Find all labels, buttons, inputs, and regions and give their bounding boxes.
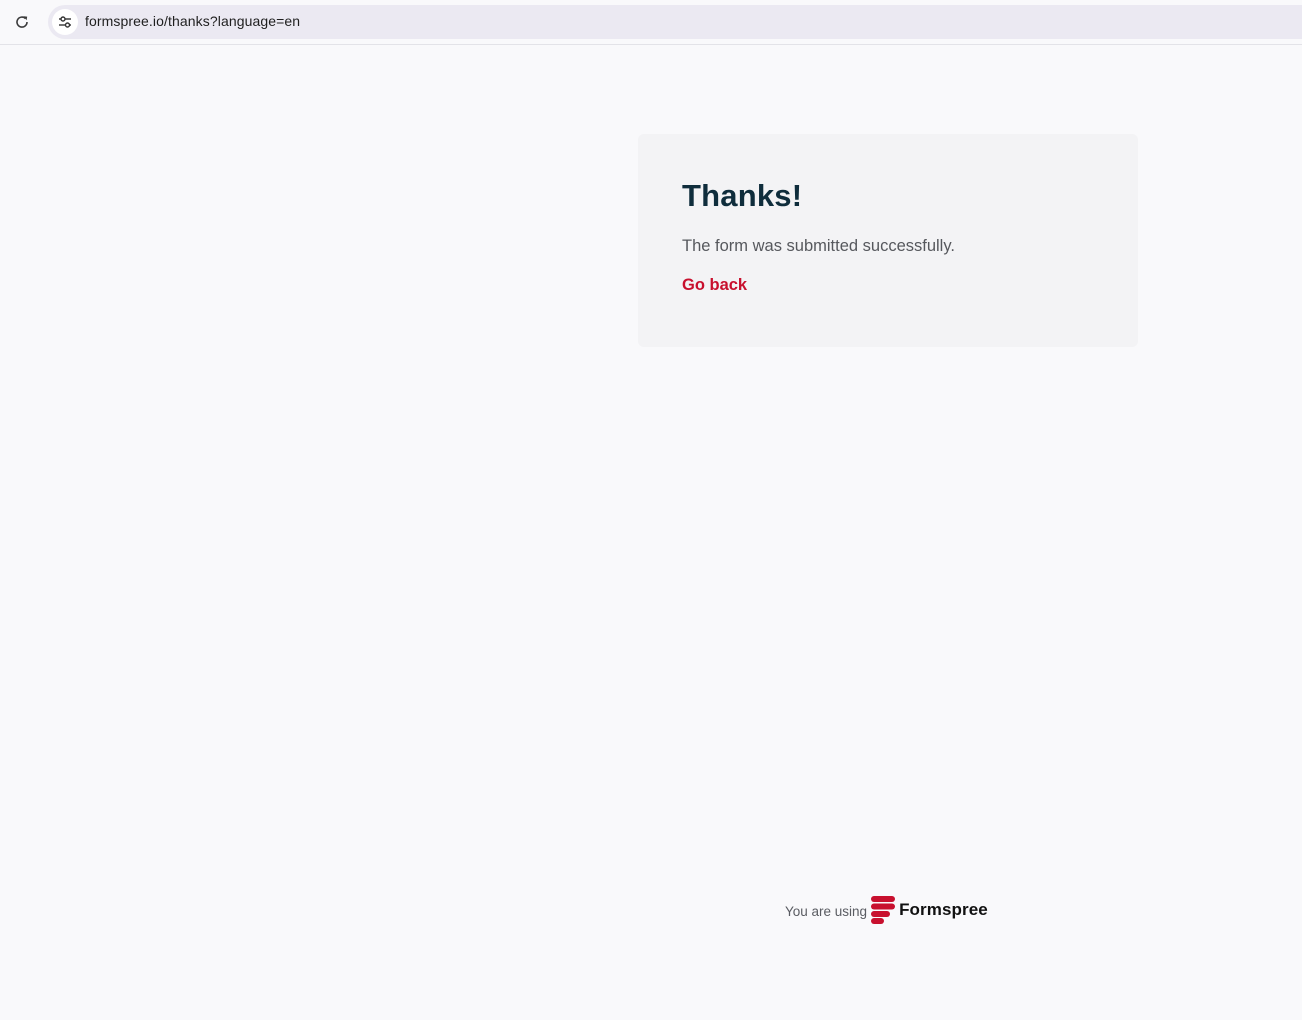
browser-toolbar: formspree.io/thanks?language=en [0,0,1302,45]
formspree-brand-link[interactable]: Formspree [871,896,988,924]
brand-name: Formspree [899,900,988,919]
formspree-logo-icon [871,896,896,924]
page-title: Thanks! [682,178,803,213]
site-info-button[interactable] [52,9,78,35]
success-message: The form was submitted successfully. [682,237,955,255]
reload-button[interactable] [10,10,34,34]
reload-icon [16,16,28,28]
footer: You are using Formspree [785,896,988,924]
go-back-link[interactable]: Go back [682,276,747,295]
address-bar[interactable]: formspree.io/thanks?language=en [48,5,1302,39]
tune-icon [59,16,71,28]
thanks-card: Thanks! The form was submitted successfu… [638,134,1138,347]
footer-text: You are using [785,903,868,919]
url-text[interactable]: formspree.io/thanks?language=en [85,13,300,29]
